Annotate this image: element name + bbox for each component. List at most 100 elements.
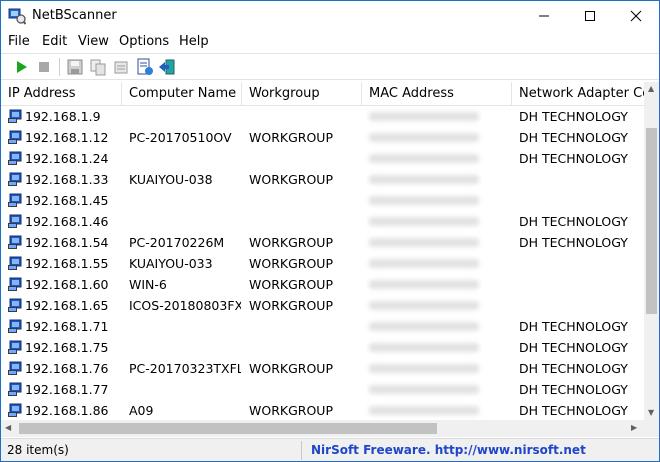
- cell-ip-address: 192.168.1.33: [25, 172, 109, 187]
- cell-network-adapter: [519, 274, 644, 295]
- scroll-left-arrow-icon[interactable]: ◀: [5, 423, 11, 432]
- cell-computer-name: [129, 316, 241, 337]
- cell-ip-address: 192.168.1.76: [25, 361, 109, 376]
- cell-ip-address: 192.168.1.75: [25, 340, 109, 355]
- computer-icon: [8, 340, 22, 354]
- scroll-right-arrow-icon[interactable]: ▶: [631, 423, 637, 432]
- nirsoft-link[interactable]: NirSoft Freeware. http://www.nirsoft.net: [311, 443, 586, 457]
- cell-computer-name: A09: [129, 403, 154, 418]
- menu-file[interactable]: File: [8, 34, 30, 49]
- horizontal-scroll-thumb[interactable]: [19, 423, 437, 434]
- cell-network-adapter: DH TECHNOLOGY: [519, 109, 628, 124]
- cell-computer-name: [129, 190, 241, 211]
- cell-workgroup: WORKGROUP: [249, 130, 333, 145]
- table-row[interactable]: 192.168.1.77 DH TECHNOLOGY: [1, 379, 644, 400]
- results-list[interactable]: 192.168.1.9 DH TECHNOLOGY 192.168.1.12 PC-2…: [1, 106, 644, 420]
- menu-help[interactable]: Help: [179, 34, 209, 49]
- cell-network-adapter: DH TECHNOLOGY: [519, 361, 628, 376]
- cell-ip-address: 192.168.1.12: [25, 130, 109, 145]
- close-button[interactable]: [613, 1, 659, 31]
- item-count: 28 item(s): [7, 443, 69, 457]
- play-icon[interactable]: [12, 58, 30, 76]
- scroll-up-arrow-icon[interactable]: ▲: [648, 84, 654, 93]
- cell-mac-address-redacted: [369, 196, 479, 205]
- table-row[interactable]: 192.168.1.55 KUAIYOU-033 WORKGROUP: [1, 253, 644, 274]
- table-row[interactable]: 192.168.1.60 WIN-6 WORKGROUP: [1, 274, 644, 295]
- exit-icon[interactable]: [158, 58, 176, 76]
- minimize-icon: [539, 15, 549, 17]
- cell-ip-address: 192.168.1.46: [25, 214, 109, 229]
- computer-icon: [8, 151, 22, 165]
- cell-network-adapter: DH TECHNOLOGY: [519, 319, 628, 334]
- copy-icon[interactable]: [89, 58, 107, 76]
- minimize-button[interactable]: [521, 1, 567, 31]
- scroll-down-arrow-icon[interactable]: ▼: [648, 408, 654, 417]
- table-row[interactable]: 192.168.1.9 DH TECHNOLOGY: [1, 106, 644, 127]
- column-header-workgroup[interactable]: Workgroup: [242, 82, 362, 105]
- cell-workgroup: [249, 190, 361, 211]
- cell-network-adapter: DH TECHNOLOGY: [519, 340, 628, 355]
- menu-edit[interactable]: Edit: [42, 34, 67, 49]
- save-icon[interactable]: [66, 58, 84, 76]
- column-header-ip-address[interactable]: IP Address: [1, 82, 122, 105]
- table-row[interactable]: 192.168.1.71 DH TECHNOLOGY: [1, 316, 644, 337]
- cell-workgroup: WORKGROUP: [249, 277, 333, 292]
- computer-icon: [8, 319, 22, 333]
- column-header-computer-name[interactable]: Computer Name: [122, 82, 242, 105]
- table-row[interactable]: 192.168.1.76 PC-20170323TXFL WORKGROUP DH T…: [1, 358, 644, 379]
- cell-workgroup: WORKGROUP: [249, 298, 333, 313]
- menu-options[interactable]: Options: [119, 34, 169, 49]
- title-bar[interactable]: NetBScanner: [1, 1, 659, 31]
- cell-network-adapter: [519, 169, 644, 190]
- vertical-scrollbar[interactable]: ▲ ▼: [644, 82, 659, 420]
- cell-mac-address-redacted: [369, 343, 479, 352]
- table-row[interactable]: 192.168.1.46 DH TECHNOLOGY: [1, 211, 644, 232]
- computer-icon: [8, 130, 22, 144]
- table-row[interactable]: 192.168.1.12 PC-20170510OV WORKGROUP DH TEC…: [1, 127, 644, 148]
- html-report-icon[interactable]: [136, 58, 154, 76]
- cell-mac-address-redacted: [369, 238, 479, 247]
- scrollbar-corner: [644, 420, 659, 437]
- computer-icon: [8, 235, 22, 249]
- cell-computer-name: PC-20170226M: [129, 235, 225, 250]
- toolbar-separator: [59, 58, 60, 76]
- table-row[interactable]: 192.168.1.24 DH TECHNOLOGY: [1, 148, 644, 169]
- vertical-scroll-thumb[interactable]: [646, 128, 657, 314]
- cell-computer-name: [129, 106, 241, 127]
- cell-computer-name: [129, 379, 241, 400]
- table-row[interactable]: 192.168.1.65 ICOS-20180803FX WORKGROUP: [1, 295, 644, 316]
- cell-network-adapter: [519, 295, 644, 316]
- table-row[interactable]: 192.168.1.45: [1, 190, 644, 211]
- menu-bar: File Edit View Options Help: [1, 31, 659, 52]
- cell-mac-address-redacted: [369, 133, 479, 142]
- stop-icon[interactable]: [35, 58, 53, 76]
- cell-mac-address-redacted: [369, 280, 479, 289]
- cell-workgroup: WORKGROUP: [249, 172, 333, 187]
- table-row[interactable]: 192.168.1.75 DH TECHNOLOGY: [1, 337, 644, 358]
- column-header-mac-address[interactable]: MAC Address: [362, 82, 512, 105]
- horizontal-scrollbar[interactable]: ◀ ▶: [1, 420, 644, 437]
- cell-ip-address: 192.168.1.54: [25, 235, 109, 250]
- close-icon: [630, 10, 642, 22]
- computer-icon: [8, 277, 22, 291]
- cell-network-adapter: DH TECHNOLOGY: [519, 235, 628, 250]
- menu-view[interactable]: View: [78, 34, 109, 49]
- app-icon: [8, 8, 26, 25]
- cell-ip-address: 192.168.1.77: [25, 382, 109, 397]
- computer-icon: [8, 193, 22, 207]
- table-row[interactable]: 192.168.1.86 A09 WORKGROUP DH TECHNOLOGY: [1, 400, 644, 420]
- cell-computer-name: ICOS-20180803FX: [129, 298, 241, 313]
- window-title: NetBScanner: [32, 8, 117, 23]
- table-row[interactable]: 192.168.1.33 KUAIYOU-038 WORKGROUP: [1, 169, 644, 190]
- cell-workgroup: [249, 379, 361, 400]
- cell-computer-name: PC-20170323TXFL: [129, 361, 241, 376]
- properties-icon[interactable]: [112, 58, 130, 76]
- column-header-network-adapter[interactable]: Network Adapter Co: [512, 82, 644, 105]
- status-divider: [301, 441, 302, 460]
- table-row[interactable]: 192.168.1.54 PC-20170226M WORKGROUP DH TECH…: [1, 232, 644, 253]
- maximize-button[interactable]: [567, 1, 613, 31]
- status-bar: 28 item(s) NirSoft Freeware. http://www.…: [1, 438, 659, 461]
- computer-icon: [8, 361, 22, 375]
- cell-network-adapter: DH TECHNOLOGY: [519, 214, 628, 229]
- cell-workgroup: [249, 148, 361, 169]
